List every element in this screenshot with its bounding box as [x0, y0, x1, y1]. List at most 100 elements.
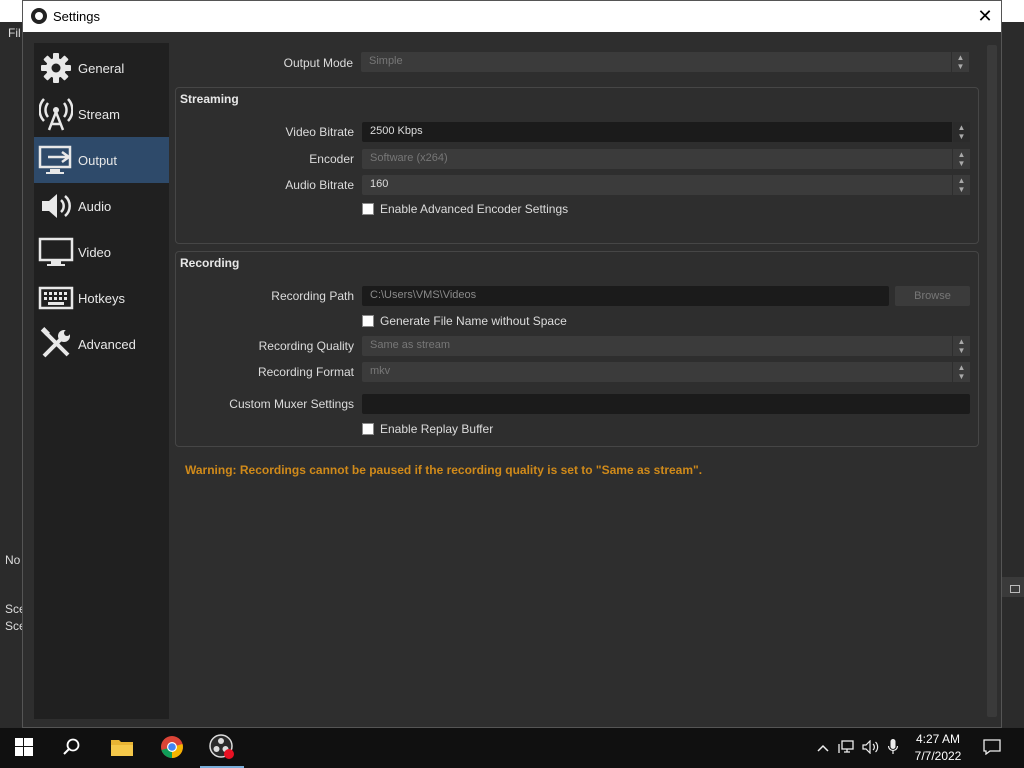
close-button[interactable]: ✕: [969, 1, 1001, 32]
sidebar-item-label: General: [78, 60, 125, 76]
video-bitrate-label: Video Bitrate: [285, 125, 355, 139]
chevron-updown-icon: ▲ ▼: [951, 52, 969, 72]
background-fragment-text: No: [5, 553, 21, 567]
taskbar-clock[interactable]: 4:27 AM 7/7/2022: [900, 731, 976, 765]
no-space-label: Generate File Name without Space: [380, 314, 567, 328]
no-space-checkbox[interactable]: Generate File Name without Space: [362, 314, 567, 328]
video-bitrate-value: 2500 Kbps: [370, 125, 423, 137]
gear-icon: [36, 48, 76, 88]
chevron-updown-icon: ▲ ▼: [952, 149, 970, 169]
advanced-encoder-checkbox[interactable]: Enable Advanced Encoder Settings: [362, 202, 568, 216]
clock-time: 4:27 AM: [915, 732, 961, 746]
video-bitrate-spinbox[interactable]: 2500 Kbps ▲ ▼: [362, 122, 970, 142]
advanced-encoder-label: Enable Advanced Encoder Settings: [380, 202, 569, 216]
file-explorer-button[interactable]: [98, 728, 146, 768]
recording-format-select[interactable]: mkv ▲ ▼: [362, 362, 970, 382]
chevron-updown-icon: ▲ ▼: [952, 362, 970, 382]
encoder-label: Encoder: [309, 152, 354, 166]
checkbox-box[interactable]: [362, 423, 374, 435]
sidebar-item-label: Audio: [78, 198, 112, 214]
sidebar-item-advanced[interactable]: Advanced: [34, 321, 169, 367]
sidebar-item-label: Advanced: [78, 336, 136, 352]
encoder-select[interactable]: Software (x264) ▲ ▼: [362, 149, 970, 169]
warning-message: Warning: Recordings cannot be paused if …: [185, 463, 703, 477]
recording-group: Recording Recording Path C:\Users\VMS\Vi…: [175, 251, 979, 447]
tools-icon: [36, 324, 76, 364]
sidebar-item-output[interactable]: Output: [34, 137, 169, 183]
search-icon: [63, 738, 81, 759]
search-button[interactable]: [48, 728, 96, 768]
output-mode-value: Simple: [369, 55, 403, 67]
microphone-icon: [887, 738, 899, 758]
clock-date: 7/7/2022: [914, 749, 962, 763]
obs-icon: [209, 733, 235, 763]
custom-muxer-input[interactable]: [362, 394, 970, 414]
output-icon: [36, 140, 76, 180]
file-explorer-icon: [110, 737, 134, 760]
windows-taskbar: 4:27 AM 7/7/2022: [0, 728, 1024, 768]
replay-buffer-checkbox[interactable]: Enable Replay Buffer: [362, 422, 493, 436]
sidebar-item-hotkeys[interactable]: Hotkeys: [34, 275, 169, 321]
show-hidden-icons-button[interactable]: [812, 728, 834, 768]
streaming-group: Streaming Video Bitrate 2500 Kbps ▲ ▼ Enc…: [175, 87, 979, 244]
recording-quality-select[interactable]: Same as stream ▲ ▼: [362, 336, 970, 356]
vertical-scrollbar[interactable]: [987, 45, 997, 717]
recording-quality-label: Recording Quality: [258, 339, 354, 353]
title-bar: Settings ✕: [23, 1, 1001, 32]
output-settings-panel: Output Mode Simple ▲ ▼ Streaming Video Bi…: [173, 43, 993, 719]
recording-quality-value: Same as stream: [370, 339, 451, 351]
streaming-group-title: Streaming: [180, 92, 239, 106]
background-menu-fragment[interactable]: Fil: [0, 22, 24, 42]
obs-logo-icon: [31, 8, 47, 24]
output-mode-label: Output Mode: [283, 56, 353, 70]
output-mode-select[interactable]: Simple ▲ ▼: [361, 52, 969, 72]
spin-arrows-icon[interactable]: ▲ ▼: [952, 122, 970, 142]
window-restore-icon[interactable]: [1010, 585, 1020, 593]
checkbox-box[interactable]: [362, 203, 374, 215]
chrome-icon: [160, 735, 184, 762]
start-button[interactable]: [0, 728, 48, 768]
encoder-value: Software (x264): [370, 152, 448, 164]
settings-window: Settings ✕ General Stream Output Audio V…: [22, 0, 1002, 728]
sidebar-item-audio[interactable]: Audio: [34, 183, 169, 229]
chevron-up-icon: [817, 741, 829, 755]
sidebar-item-label: Output: [78, 152, 118, 168]
chevron-updown-icon: ▲ ▼: [952, 175, 970, 195]
recording-path-input[interactable]: C:\Users\VMS\Videos: [362, 286, 889, 306]
chevron-updown-icon: ▲ ▼: [952, 336, 970, 356]
window-title: Settings: [53, 9, 100, 24]
speaker-icon: [862, 739, 880, 757]
obs-taskbar-button[interactable]: [198, 728, 246, 768]
audio-bitrate-value: 160: [370, 178, 389, 190]
recording-format-label: Recording Format: [257, 365, 354, 379]
background-right-strip: [1002, 42, 1024, 728]
notification-icon: [983, 738, 1001, 758]
sidebar-item-stream[interactable]: Stream: [34, 91, 169, 137]
background-left-strip: No Sce Sce: [0, 42, 26, 728]
monitor-icon: [36, 232, 76, 272]
custom-muxer-label: Custom Muxer Settings: [229, 397, 354, 411]
recording-group-title: Recording: [180, 256, 240, 270]
volume-button[interactable]: [860, 728, 882, 768]
windows-start-icon: [15, 737, 33, 759]
settings-sidebar: General Stream Output Audio Video Hotkey…: [34, 43, 169, 719]
replay-buffer-label: Enable Replay Buffer: [380, 422, 494, 436]
action-center-button[interactable]: [978, 728, 1006, 768]
recording-path-label: Recording Path: [271, 289, 354, 303]
sidebar-item-label: Hotkeys: [78, 290, 125, 306]
audio-bitrate-label: Audio Bitrate: [285, 178, 354, 192]
sidebar-item-video[interactable]: Video: [34, 229, 169, 275]
sidebar-item-label: Video: [78, 244, 112, 260]
audio-bitrate-select[interactable]: 160 ▲ ▼: [362, 175, 970, 195]
keyboard-icon: [36, 278, 76, 318]
checkbox-box[interactable]: [362, 315, 374, 327]
recording-format-value: mkv: [370, 365, 391, 377]
network-button[interactable]: [836, 728, 856, 768]
network-icon: [838, 739, 854, 757]
sidebar-item-general[interactable]: General: [34, 45, 169, 91]
antenna-icon: [36, 94, 76, 134]
browse-button[interactable]: Browse: [895, 286, 970, 306]
speaker-icon: [36, 186, 76, 226]
sidebar-item-label: Stream: [78, 106, 120, 122]
chrome-button[interactable]: [148, 728, 196, 768]
